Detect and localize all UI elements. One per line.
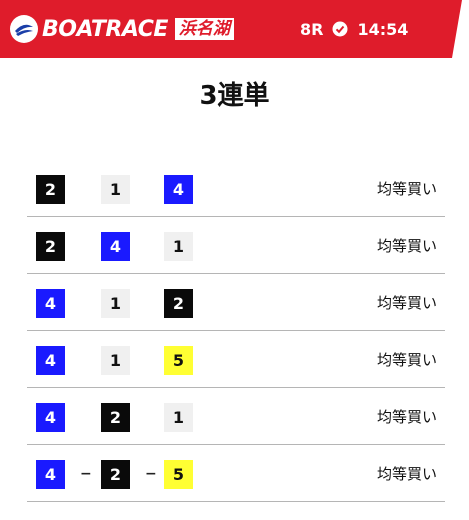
bet-type-label: 均等買い xyxy=(376,237,437,255)
bet-row: 2 1 4 均等買い xyxy=(27,160,445,217)
boat-number-box: 1 xyxy=(101,289,130,318)
venue-name: 浜名湖 xyxy=(174,18,234,40)
boat-number-box: 4 xyxy=(101,232,130,261)
race-number: 8R xyxy=(300,19,324,39)
boatrace-logo-icon xyxy=(10,15,38,43)
bet-row: 4 1 5 均等買い xyxy=(27,331,445,388)
boat-number-box: 2 xyxy=(101,460,130,489)
bet-row: 4 2 1 均等買い xyxy=(27,388,445,445)
boat-number-box: 1 xyxy=(101,175,130,204)
boat-number-box: 4 xyxy=(164,175,193,204)
boat-number-box: 4 xyxy=(36,460,65,489)
bet-row: 4 − 2 − 5 均等買い xyxy=(27,445,445,502)
boat-number-box: 1 xyxy=(164,403,193,432)
bet-type-label: 均等買い xyxy=(376,351,437,369)
boat-number-box: 2 xyxy=(36,175,65,204)
boat-number-box: 1 xyxy=(101,346,130,375)
separator: − xyxy=(80,466,92,482)
bet-type-label: 均等買い xyxy=(376,408,437,426)
boat-number-box: 2 xyxy=(164,289,193,318)
boat-number-box: 5 xyxy=(164,346,193,375)
race-info: 8R 14:54 xyxy=(300,0,408,58)
race-time: 14:54 xyxy=(357,19,409,39)
header-edge-decoration xyxy=(452,0,469,58)
boat-number-box: 4 xyxy=(36,289,65,318)
bet-list: 2 1 4 均等買い 2 4 1 均等買い 4 1 2 均等買い 4 1 5 均… xyxy=(27,160,445,502)
boat-number-box: 4 xyxy=(36,346,65,375)
boatrace-logo[interactable]: BOATRACE 浜名湖 xyxy=(10,15,234,43)
page-title: 3連単 xyxy=(199,81,270,111)
boat-number-box: 4 xyxy=(36,403,65,432)
bet-type-label: 均等買い xyxy=(376,180,437,198)
separator: − xyxy=(145,466,157,482)
boat-number-box: 2 xyxy=(101,403,130,432)
boat-number-box: 5 xyxy=(164,460,193,489)
bet-type-label: 均等買い xyxy=(376,465,437,483)
bet-row: 4 1 2 均等買い xyxy=(27,274,445,331)
clock-icon xyxy=(332,21,348,37)
boat-number-box: 2 xyxy=(36,232,65,261)
logo-text: BOATRACE xyxy=(42,16,168,42)
bet-type-label: 均等買い xyxy=(376,294,437,312)
bet-row: 2 4 1 均等買い xyxy=(27,217,445,274)
site-header: BOATRACE 浜名湖 8R 14:54 xyxy=(0,0,469,58)
boat-number-box: 1 xyxy=(164,232,193,261)
